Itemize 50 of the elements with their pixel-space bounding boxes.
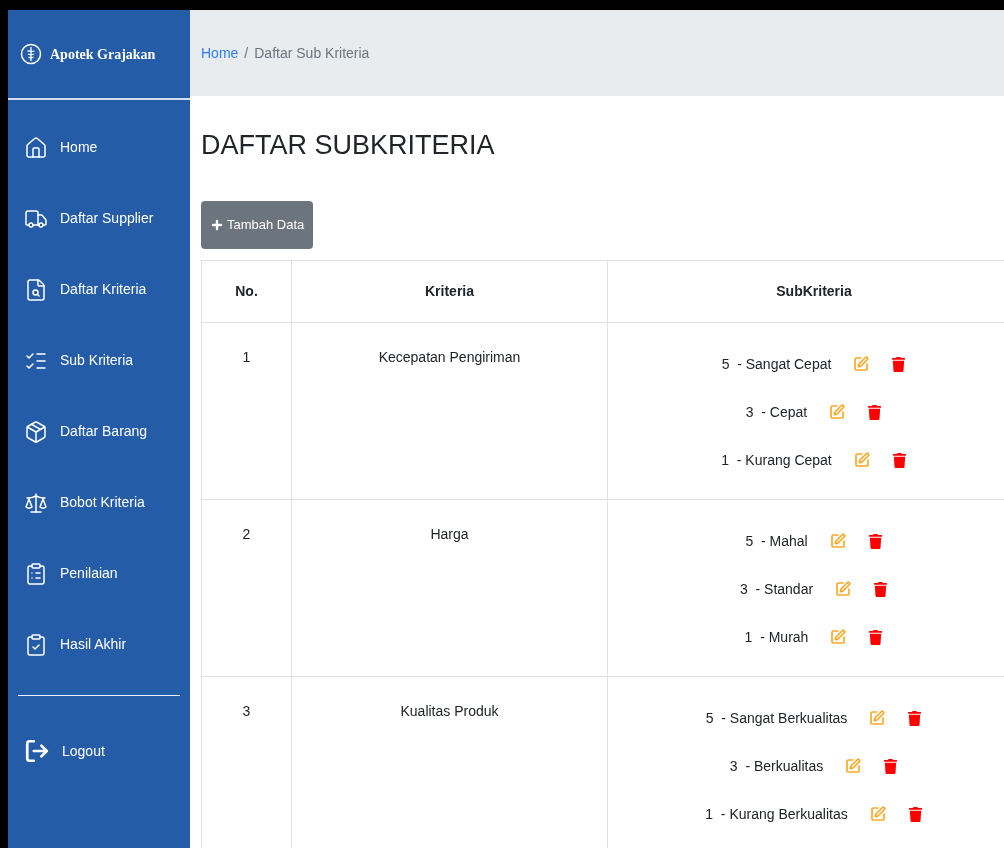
page-title: DAFTAR SUBKRITERIA: [201, 132, 496, 159]
sidebar-item[interactable]: Hasil Akhir: [8, 609, 190, 680]
clipboard-list-icon: [24, 561, 48, 586]
trash-icon[interactable]: [907, 710, 923, 726]
trash-icon[interactable]: [883, 758, 899, 774]
sidebar-item[interactable]: Daftar Kriteria: [8, 254, 190, 325]
scale-icon: [24, 490, 48, 515]
add-data-button[interactable]: Tambah Data: [201, 201, 314, 249]
package-icon: [24, 419, 48, 444]
subkriteria-text: 1 - Kurang Berkualitas: [705, 804, 848, 824]
sidebar-item[interactable]: Bobot Kriteria: [8, 467, 190, 538]
breadcrumb-separator: /: [244, 43, 249, 63]
trash-icon[interactable]: [868, 629, 884, 645]
table-cell: Kecepatan Pengiriman: [291, 322, 608, 500]
breadcrumb-link[interactable]: Home: [201, 42, 239, 64]
subkriteria-text: 3 - Cepat: [745, 402, 808, 422]
trash-icon[interactable]: [891, 452, 907, 468]
subkriteria-text: 3 - Berkualitas: [729, 756, 824, 776]
table-cell: 3: [201, 676, 292, 848]
column-header: No.: [201, 260, 292, 323]
sidebar-item[interactable]: Penilaian: [8, 538, 190, 609]
clipboard-check-icon: [24, 632, 48, 657]
breadcrumb-current: Daftar Sub Kriteria: [254, 43, 370, 63]
trash-icon[interactable]: [907, 806, 923, 822]
sidebar-item[interactable]: Daftar Barang: [8, 396, 190, 467]
table-cell: 2: [201, 499, 292, 677]
caduceus-logo-icon: [20, 43, 42, 65]
subkriteria-text: 5 - Sangat Berkualitas: [705, 708, 848, 728]
table-cell: 1: [201, 322, 292, 500]
subkriteria-text: 3 - Standar: [739, 579, 814, 599]
subkriteria-text: 1 - Kurang Cepat: [721, 450, 832, 470]
subkriteria-text: 1 - Murah: [744, 627, 809, 647]
sidebar-item[interactable]: Sub Kriteria: [8, 325, 190, 396]
subkriteria-text: 5 - Sangat Cepat: [721, 354, 832, 374]
file-search-icon: [24, 277, 48, 302]
brand-name: Apotek Grajakan: [50, 45, 156, 64]
trash-icon[interactable]: [867, 404, 883, 420]
column-header: Kriteria: [291, 260, 608, 323]
house-icon: [24, 135, 48, 160]
sidebar-item[interactable]: Daftar Supplier: [8, 183, 190, 254]
subkriteria-text: 5 - Mahal: [745, 531, 808, 551]
sidebar-item[interactable]: Home: [8, 112, 190, 183]
column-header: SubKriteria: [607, 260, 1004, 323]
table-cell: Harga: [291, 499, 608, 677]
trash-icon[interactable]: [867, 533, 883, 549]
trash-icon[interactable]: [891, 356, 907, 372]
trash-icon[interactable]: [873, 581, 889, 597]
logout-link[interactable]: Logout: [8, 726, 190, 776]
logout-icon: [24, 738, 50, 764]
plus-icon: [210, 218, 224, 232]
